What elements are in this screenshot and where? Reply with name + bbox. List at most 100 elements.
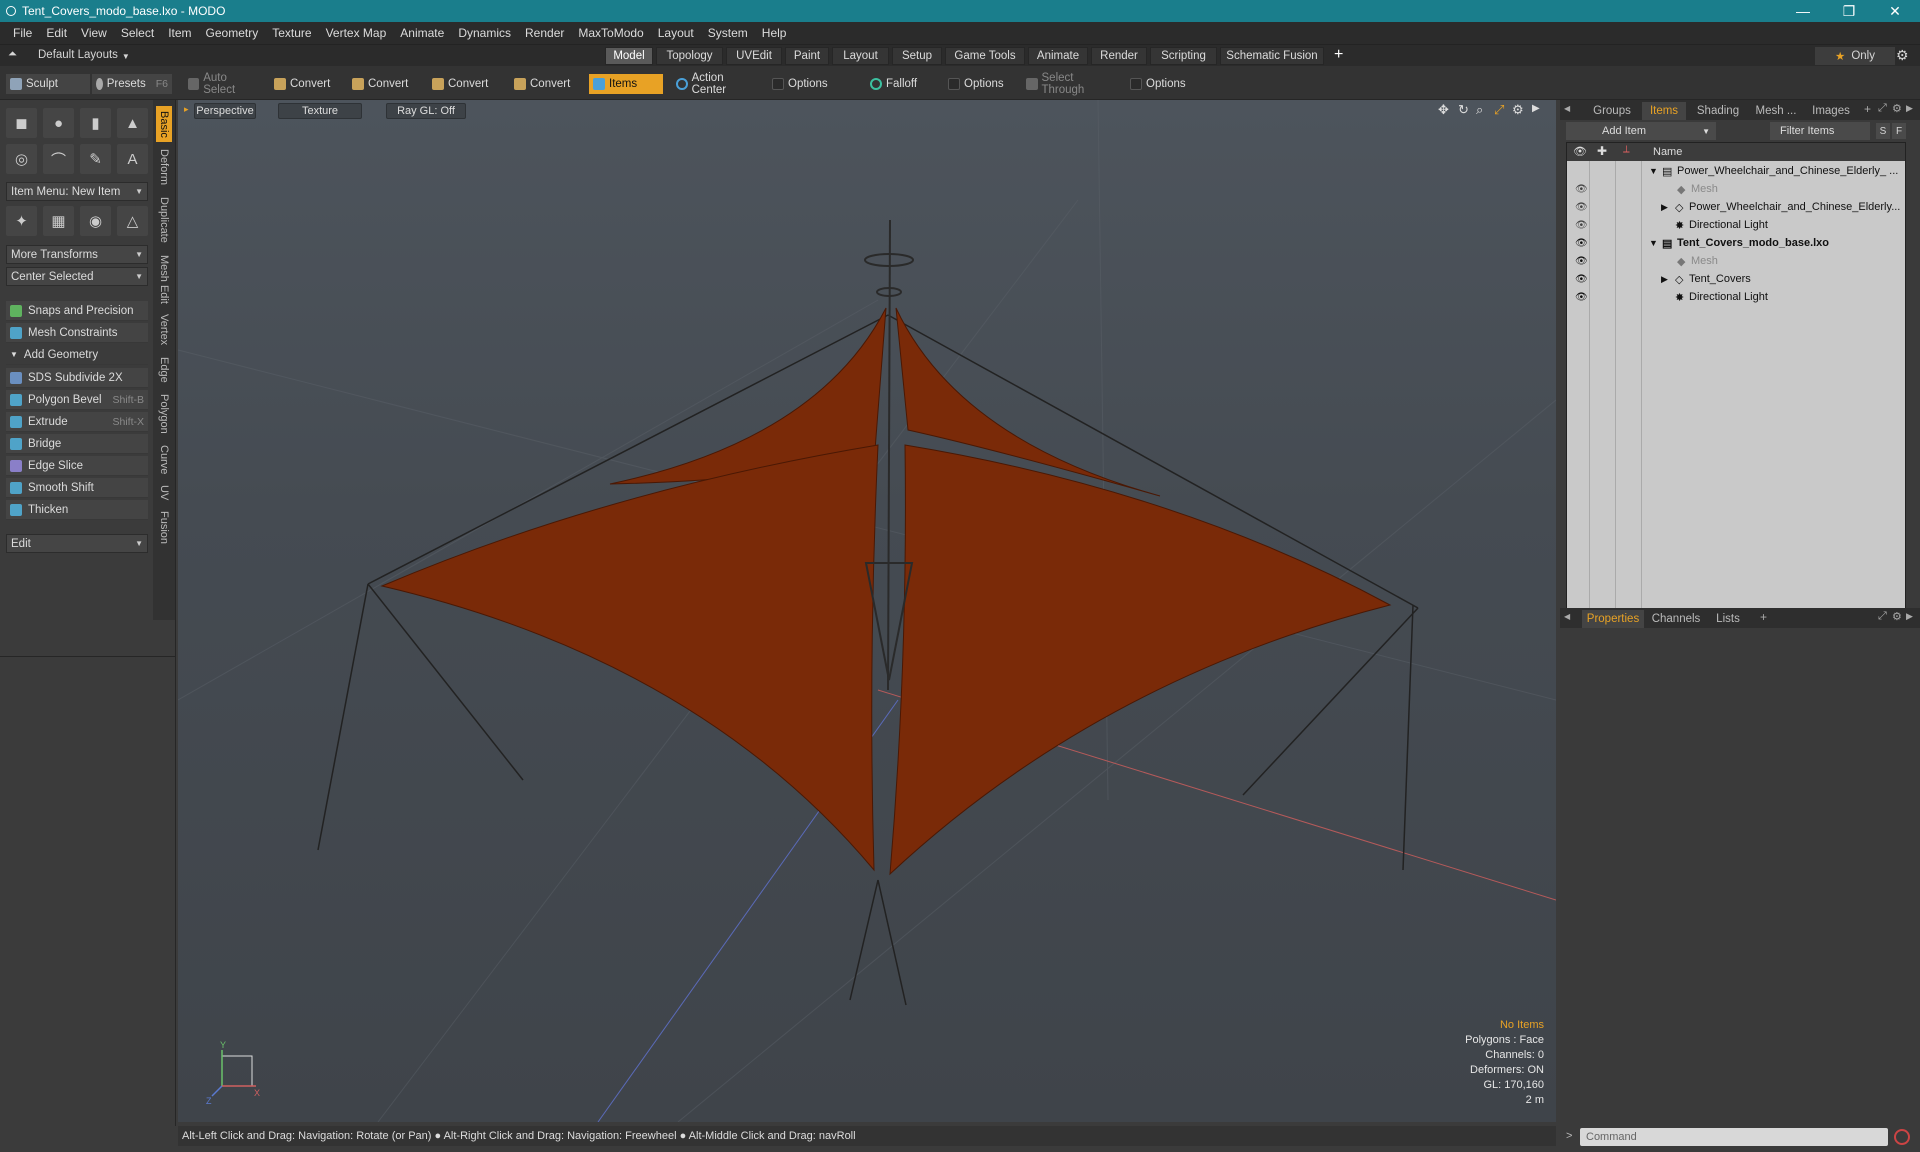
add-tab-icon[interactable]: + bbox=[1864, 102, 1871, 116]
tab-properties[interactable]: Properties bbox=[1582, 610, 1644, 628]
vtab-deform[interactable]: Deform bbox=[156, 146, 172, 188]
action-center-options-button[interactable]: Options bbox=[768, 74, 852, 94]
menu-vertex-map[interactable]: Vertex Map bbox=[319, 26, 394, 40]
viewport-more-icon[interactable]: ▶ bbox=[1532, 103, 1540, 114]
command-input[interactable]: Command bbox=[1580, 1128, 1888, 1146]
expand-toggle[interactable]: ▶ bbox=[1661, 202, 1671, 213]
restore-button[interactable]: ❐ bbox=[1826, 0, 1872, 22]
auto-select-button[interactable]: Auto Select bbox=[184, 72, 262, 96]
fit-view-icon[interactable]: ⤢ bbox=[1494, 102, 1504, 118]
expand-panel-icon[interactable]: ⤢ bbox=[1878, 610, 1887, 623]
s-filter-button[interactable]: S bbox=[1876, 123, 1890, 139]
convert-edges-button[interactable]: Convert bbox=[348, 74, 422, 94]
list-item[interactable]: 👁 ✸ Directional Light bbox=[1567, 216, 1905, 234]
snaps-and-precision-button[interactable]: Snaps and Precision bbox=[6, 301, 148, 321]
smooth-shift-button[interactable]: Smooth Shift bbox=[6, 478, 148, 498]
move-view-icon[interactable]: ✥ bbox=[1438, 102, 1449, 118]
expand-toggle[interactable]: ▼ bbox=[1649, 166, 1659, 176]
vtab-uv[interactable]: UV bbox=[156, 482, 172, 504]
collapse-icon[interactable]: ⏶ bbox=[8, 48, 17, 61]
3d-viewport[interactable]: Y Z X ▸ Perspective Texture Ray GL: Off … bbox=[178, 100, 1556, 1122]
list-item[interactable]: 👁 ✸ Directional Light bbox=[1567, 288, 1905, 306]
expand-toggle[interactable]: ▶ bbox=[1661, 274, 1671, 285]
list-item[interactable]: 👁 ◆ Mesh bbox=[1567, 180, 1905, 198]
eye-icon[interactable]: 👁 bbox=[1575, 238, 1588, 249]
only-toggle[interactable]: ★ Only bbox=[1815, 47, 1895, 65]
vtab-basic[interactable]: Basic bbox=[156, 106, 172, 142]
menu-geometry[interactable]: Geometry bbox=[199, 26, 266, 40]
record-icon[interactable] bbox=[1894, 1129, 1910, 1145]
vtab-polygon[interactable]: Polygon bbox=[156, 390, 172, 438]
vtab-curve[interactable]: Curve bbox=[156, 442, 172, 478]
center-selected-dropdown[interactable]: Center Selected ▼ bbox=[6, 267, 148, 286]
tab-paint[interactable]: Paint bbox=[785, 47, 829, 65]
mesh-constraints-button[interactable]: Mesh Constraints bbox=[6, 323, 148, 343]
panel-gear-icon[interactable]: ⚙ bbox=[1892, 610, 1902, 623]
torus-icon[interactable]: ◎ bbox=[6, 144, 37, 174]
render-column-icon[interactable]: ⟂ bbox=[1623, 144, 1630, 155]
bridge-button[interactable]: Bridge bbox=[6, 434, 148, 454]
add-tab-icon[interactable]: + bbox=[1760, 610, 1767, 624]
text-icon[interactable]: A bbox=[117, 144, 148, 174]
gear-icon[interactable]: ⚙ bbox=[1896, 47, 1909, 64]
texture-button[interactable]: Texture bbox=[278, 103, 362, 119]
add-tab-icon[interactable]: + bbox=[1334, 46, 1343, 64]
tab-scripting[interactable]: Scripting bbox=[1150, 47, 1217, 65]
thicken-button[interactable]: Thicken bbox=[6, 500, 148, 520]
tab-layout[interactable]: Layout bbox=[832, 47, 889, 65]
list-item[interactable]: 👁 ▶ ◇ Tent_Covers bbox=[1567, 270, 1905, 288]
eye-icon[interactable]: 👁 bbox=[1575, 220, 1588, 231]
menu-dynamics[interactable]: Dynamics bbox=[451, 26, 518, 40]
panel-menu-icon[interactable]: ▶ bbox=[1906, 103, 1913, 114]
menu-maxtomodo[interactable]: MaxToModo bbox=[571, 26, 650, 40]
tab-topology[interactable]: Topology bbox=[656, 47, 723, 65]
menu-layout[interactable]: Layout bbox=[651, 26, 701, 40]
cube-icon[interactable]: ◼ bbox=[6, 108, 37, 138]
tab-model[interactable]: Model bbox=[605, 47, 653, 65]
panel-arrow-icon[interactable]: ◀ bbox=[1564, 612, 1570, 621]
menu-item[interactable]: Item bbox=[161, 26, 198, 40]
list-item[interactable]: ▼ ▤ Power_Wheelchair_and_Chinese_Elderly… bbox=[1567, 162, 1905, 180]
more-transforms-dropdown[interactable]: More Transforms ▼ bbox=[6, 245, 148, 264]
tab-schematic-fusion[interactable]: Schematic Fusion bbox=[1220, 47, 1324, 65]
menu-edit[interactable]: Edit bbox=[39, 26, 74, 40]
locator-icon[interactable]: ✦ bbox=[6, 206, 37, 236]
tab-channels[interactable]: Channels bbox=[1648, 610, 1704, 628]
expand-toggle[interactable]: ▼ bbox=[1649, 238, 1659, 248]
panel-arrow-icon[interactable]: ◀ bbox=[1564, 104, 1570, 113]
name-column-header[interactable]: Name bbox=[1653, 146, 1682, 158]
item-menu-dropdown[interactable]: Item Menu: New Item ▼ bbox=[6, 182, 148, 201]
panel-menu-icon[interactable]: ▶ bbox=[1906, 611, 1913, 622]
globe-icon[interactable]: ◉ bbox=[80, 206, 111, 236]
filter-items-input[interactable]: Filter Items bbox=[1770, 122, 1870, 140]
panel-gear-icon[interactable]: ⚙ bbox=[1892, 102, 1902, 115]
select-through-options-button[interactable]: Options bbox=[1126, 74, 1210, 94]
vtab-duplicate[interactable]: Duplicate bbox=[156, 192, 172, 248]
convert-polygons-button[interactable]: Convert bbox=[428, 74, 502, 94]
pyramid-icon[interactable]: △ bbox=[117, 206, 148, 236]
falloff-button[interactable]: Falloff bbox=[866, 74, 938, 94]
menu-file[interactable]: File bbox=[6, 26, 39, 40]
tab-uvedit[interactable]: UVEdit bbox=[726, 47, 782, 65]
viewport-collapse-icon[interactable]: ▸ bbox=[184, 104, 189, 115]
presets-button[interactable]: Presets F6 bbox=[92, 74, 172, 94]
tab-items[interactable]: Items bbox=[1642, 102, 1686, 120]
select-through-button[interactable]: Select Through bbox=[1022, 72, 1120, 96]
sphere-icon[interactable]: ● bbox=[43, 108, 74, 138]
grid-icon[interactable]: ▦ bbox=[43, 206, 74, 236]
eye-icon[interactable]: 👁 bbox=[1575, 292, 1588, 303]
falloff-options-button[interactable]: Options bbox=[944, 74, 1014, 94]
tab-groups[interactable]: Groups bbox=[1584, 102, 1640, 120]
f-filter-button[interactable]: F bbox=[1892, 123, 1906, 139]
vtab-vertex[interactable]: Vertex bbox=[156, 310, 172, 350]
tab-lists[interactable]: Lists bbox=[1708, 610, 1748, 628]
menu-help[interactable]: Help bbox=[755, 26, 794, 40]
tab-render[interactable]: Render bbox=[1091, 47, 1147, 65]
minimize-button[interactable]: — bbox=[1780, 0, 1826, 22]
capsule-icon[interactable]: ⌒ bbox=[43, 144, 74, 174]
sds-subdivide-button[interactable]: SDS Subdivide 2X bbox=[6, 368, 148, 388]
add-item-button[interactable]: Add Item ▼ bbox=[1566, 122, 1716, 140]
menu-texture[interactable]: Texture bbox=[265, 26, 318, 40]
tab-images[interactable]: Images bbox=[1806, 102, 1856, 120]
perspective-button[interactable]: Perspective bbox=[194, 103, 256, 119]
